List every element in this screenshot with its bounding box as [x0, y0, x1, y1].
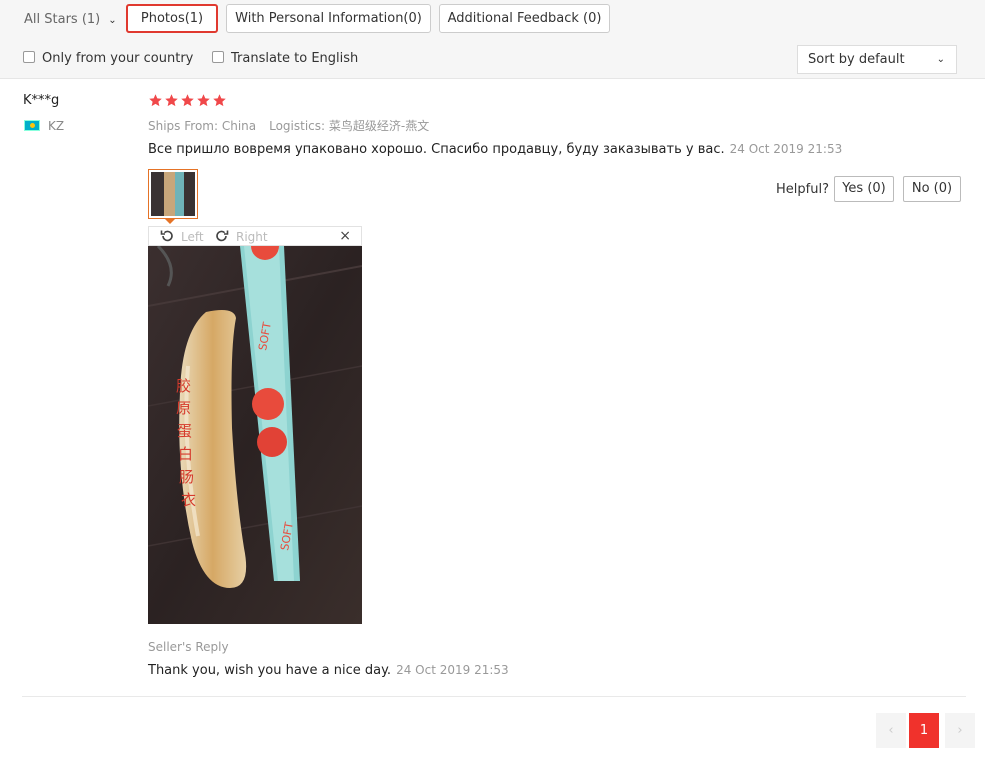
thumbnail-image — [151, 172, 195, 216]
rotate-left-icon — [160, 230, 173, 242]
svg-text:白: 白 — [178, 445, 193, 463]
svg-text:肠: 肠 — [179, 468, 194, 486]
seller-reply-text: Thank you, wish you have a nice day. — [148, 663, 392, 678]
sort-select[interactable]: Sort by default ⌄ — [797, 45, 957, 74]
review-content: Все пришло вовремя упаковано хорошо. Спа… — [148, 142, 842, 157]
review-date: 24 Oct 2019 21:53 — [729, 142, 843, 156]
tab-personal-information[interactable]: With Personal Information(0) — [226, 4, 431, 33]
seller-reply: Thank you, wish you have a nice day. 24 O… — [148, 663, 509, 678]
photo-thumbnail[interactable] — [148, 169, 198, 219]
helpful-no-button[interactable]: No (0) — [903, 176, 961, 202]
image-viewer-toolbar: Left Right × — [148, 226, 362, 246]
all-stars-dropdown[interactable]: All Stars (1) ⌄ — [24, 10, 117, 30]
shipping-info: Ships From: China Logistics: 菜鸟超级经济-燕文 — [148, 117, 429, 134]
reviewer-country: KZ — [48, 119, 65, 133]
filter-bar: All Stars (1) ⌄ Photos(1) With Personal I… — [0, 0, 985, 79]
helpful-label: Helpful? — [776, 182, 829, 197]
review-text: Все пришло вовремя упаковано хорошо. Спа… — [148, 142, 725, 157]
review-photo: SOFT SOFT 胶 原 蛋 白 肠 衣 — [148, 246, 362, 624]
pagination-prev-button[interactable]: ‹ — [876, 713, 906, 748]
star-icon — [180, 93, 195, 108]
svg-text:原: 原 — [176, 399, 191, 417]
reviewer-name: K***g — [23, 93, 60, 108]
only-country-label: Only from your country — [42, 51, 194, 66]
chevron-down-icon: ⌄ — [936, 54, 945, 65]
svg-text:蛋: 蛋 — [177, 422, 192, 440]
divider — [22, 696, 966, 697]
svg-text:衣: 衣 — [181, 491, 196, 509]
sort-label: Sort by default — [808, 52, 905, 67]
star-icon — [148, 93, 163, 108]
kazakhstan-flag-icon — [24, 120, 40, 131]
rotate-left-button[interactable]: Left — [159, 228, 204, 245]
rotate-right-button[interactable]: Right — [214, 228, 268, 245]
tab-photos[interactable]: Photos(1) — [126, 4, 218, 33]
helpful-yes-button[interactable]: Yes (0) — [834, 176, 894, 202]
checkbox-icon — [23, 51, 35, 63]
rotate-right-label: Right — [236, 230, 268, 244]
close-icon[interactable]: × — [339, 228, 351, 245]
rotate-right-icon — [216, 230, 229, 242]
tab-additional-feedback[interactable]: Additional Feedback (0) — [439, 4, 610, 33]
translate-label: Translate to English — [231, 51, 359, 66]
chevron-down-icon: ⌄ — [108, 15, 117, 26]
pagination-next-button[interactable]: › — [945, 713, 975, 748]
seller-reply-date: 24 Oct 2019 21:53 — [396, 663, 509, 677]
thumbnail-pointer — [165, 219, 175, 224]
star-icon — [212, 93, 227, 108]
pagination-page-1[interactable]: 1 — [909, 713, 939, 748]
translate-checkbox[interactable]: Translate to English — [212, 50, 358, 68]
only-country-checkbox[interactable]: Only from your country — [23, 50, 193, 68]
star-rating — [148, 93, 228, 109]
ships-from: Ships From: China — [148, 119, 257, 133]
all-stars-label: All Stars (1) — [24, 12, 101, 27]
svg-text:胶: 胶 — [176, 377, 191, 395]
rotate-left-label: Left — [181, 230, 204, 244]
seller-reply-label: Seller's Reply — [148, 640, 229, 654]
star-icon — [164, 93, 179, 108]
star-icon — [196, 93, 211, 108]
checkbox-icon — [212, 51, 224, 63]
logistics: Logistics: 菜鸟超级经济-燕文 — [269, 119, 430, 133]
